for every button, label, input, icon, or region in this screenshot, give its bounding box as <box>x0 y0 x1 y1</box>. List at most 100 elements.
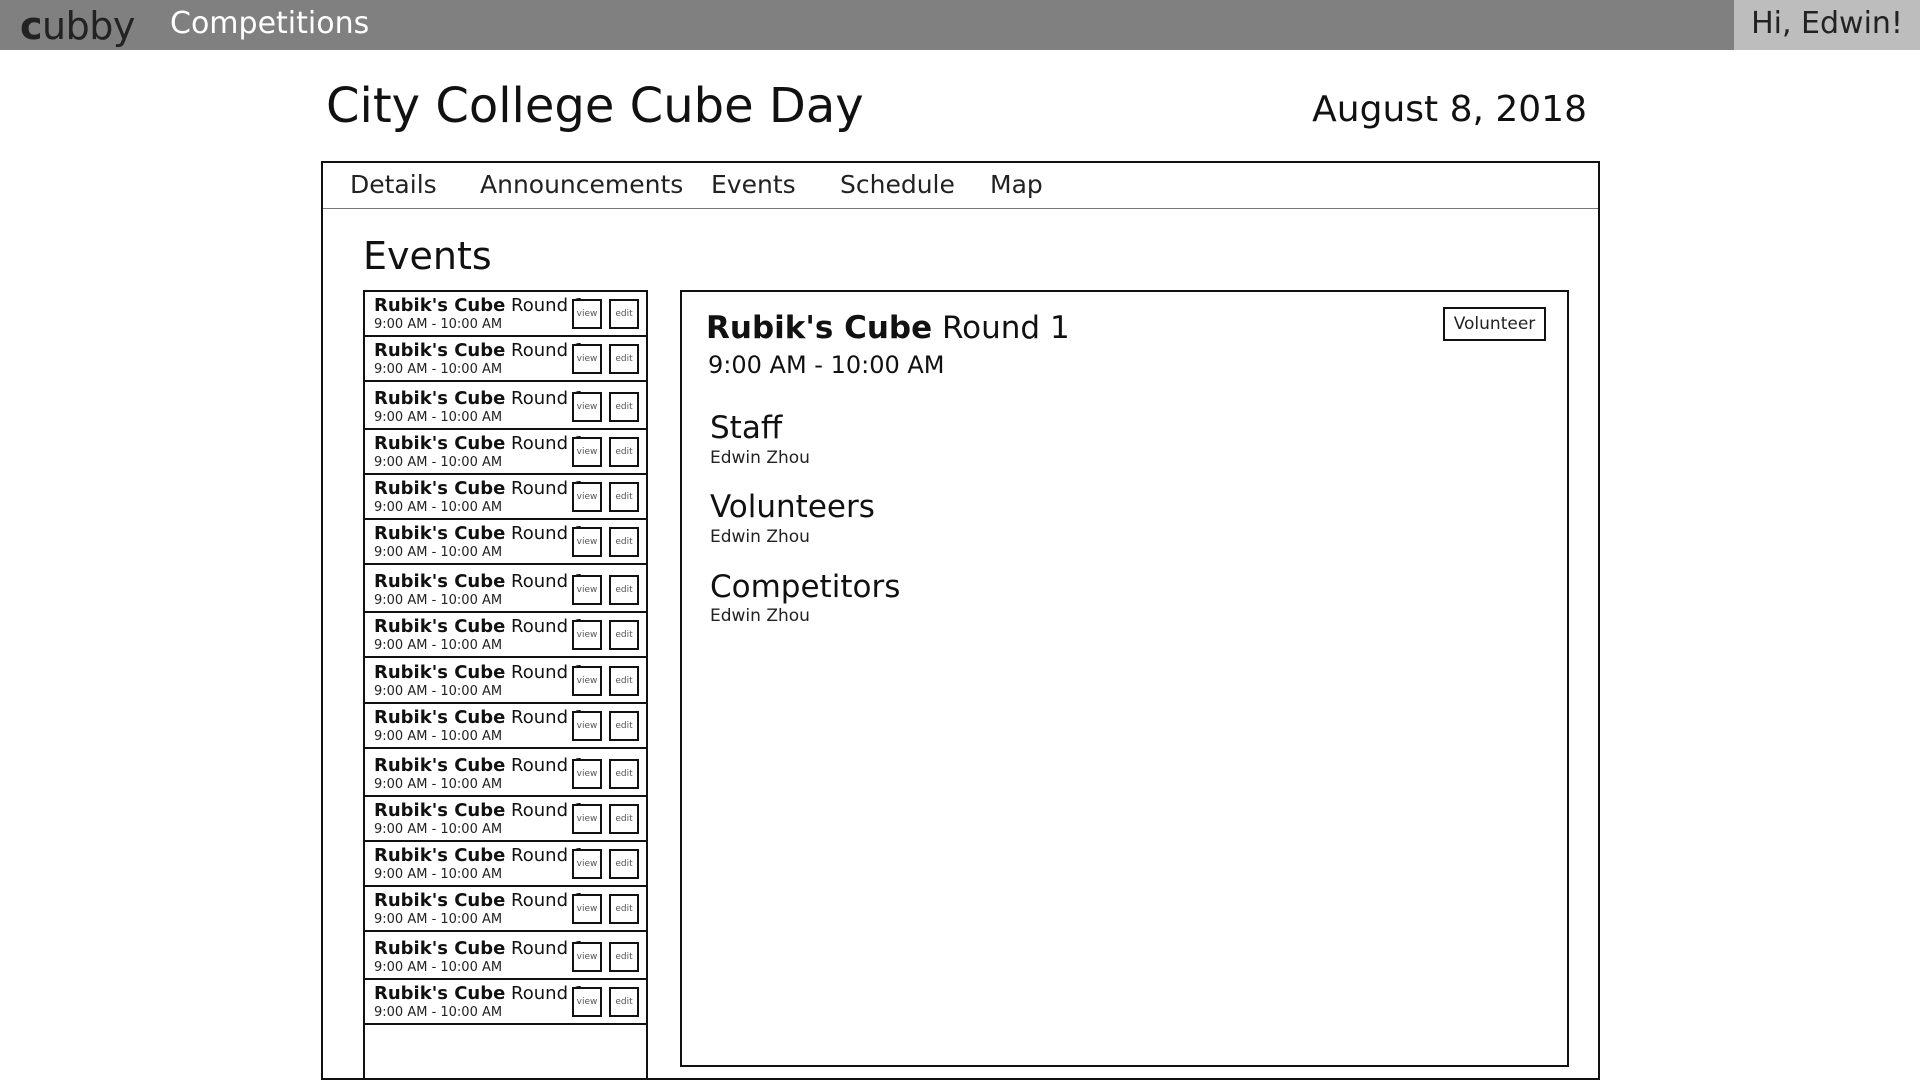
nav-competitions-link[interactable]: Competitions <box>170 6 369 42</box>
view-button[interactable]: view <box>572 620 602 650</box>
event-list-item[interactable]: Rubik's Cube Round 1 9:00 AM - 10:00 AM vi… <box>365 980 646 1025</box>
edit-button[interactable]: edit <box>609 804 639 834</box>
event-item-time: 9:00 AM - 10:00 AM <box>374 638 503 653</box>
tab-announcements[interactable]: Announcements <box>480 169 683 201</box>
event-item-title: Rubik's Cube Round 1 <box>374 434 585 454</box>
tab-schedule[interactable]: Schedule <box>840 169 955 201</box>
tab-events[interactable]: Events <box>711 169 796 201</box>
edit-button[interactable]: edit <box>609 344 639 374</box>
event-item-time: 9:00 AM - 10:00 AM <box>374 1005 503 1020</box>
event-item-time: 9:00 AM - 10:00 AM <box>374 362 503 377</box>
event-item-time: 9:00 AM - 10:00 AM <box>374 593 503 608</box>
event-item-name: Rubik's Cube <box>374 433 506 454</box>
event-item-time: 9:00 AM - 10:00 AM <box>374 867 503 882</box>
event-list-item[interactable]: Rubik's Cube Round 1 9:00 AM - 10:00 AM vi… <box>365 659 646 704</box>
view-button[interactable]: view <box>572 711 602 741</box>
event-item-name: Rubik's Cube <box>374 983 506 1004</box>
view-button[interactable]: view <box>572 849 602 879</box>
edit-button[interactable]: edit <box>609 894 639 924</box>
event-item-name: Rubik's Cube <box>374 478 506 499</box>
event-item-time: 9:00 AM - 10:00 AM <box>374 777 503 792</box>
event-item-time: 9:00 AM - 10:00 AM <box>374 822 503 837</box>
edit-button[interactable]: edit <box>609 392 639 422</box>
event-list-item[interactable]: Rubik's Cube Round 1 9:00 AM - 10:00 AM vi… <box>365 797 646 842</box>
edit-button[interactable]: edit <box>609 849 639 879</box>
event-item-title: Rubik's Cube Round 1 <box>374 801 585 821</box>
event-list-item[interactable]: Rubik's Cube Round 1 9:00 AM - 10:00 AM vi… <box>365 935 646 980</box>
edit-button[interactable]: edit <box>609 711 639 741</box>
event-item-title: Rubik's Cube Round 1 <box>374 846 585 866</box>
event-item-time: 9:00 AM - 10:00 AM <box>374 317 503 332</box>
edit-button[interactable]: edit <box>609 482 639 512</box>
user-greeting-menu[interactable]: Hi, Edwin! <box>1734 0 1920 50</box>
event-list[interactable]: Rubik's Cube Round 1 9:00 AM - 10:00 AM vi… <box>363 290 648 1080</box>
event-item-title: Rubik's Cube Round 1 <box>374 341 585 361</box>
event-item-name: Rubik's Cube <box>374 707 506 728</box>
detail-event-time: 9:00 AM - 10:00 AM <box>708 351 945 379</box>
event-list-item[interactable]: Rubik's Cube Round 1 9:00 AM - 10:00 AM vi… <box>365 430 646 475</box>
cubby-logo[interactable]: cubby <box>20 4 135 48</box>
view-button[interactable]: view <box>572 666 602 696</box>
event-item-title: Rubik's Cube Round 1 <box>374 984 585 1004</box>
event-item-title: Rubik's Cube Round 1 <box>374 617 585 637</box>
view-button[interactable]: view <box>572 987 602 1017</box>
edit-button[interactable]: edit <box>609 942 639 972</box>
event-list-item[interactable]: Rubik's Cube Round 1 9:00 AM - 10:00 AM vi… <box>365 704 646 749</box>
tab-map[interactable]: Map <box>990 169 1043 201</box>
competition-date: August 8, 2018 <box>1312 89 1587 130</box>
event-item-title: Rubik's Cube Round 1 <box>374 756 585 776</box>
volunteers-member: Edwin Zhou <box>710 527 810 547</box>
event-item-title: Rubik's Cube Round 1 <box>374 572 585 592</box>
event-list-item[interactable]: Rubik's Cube Round 1 9:00 AM - 10:00 AM vi… <box>365 337 646 382</box>
event-item-name: Rubik's Cube <box>374 662 506 683</box>
edit-button[interactable]: edit <box>609 987 639 1017</box>
event-item-name: Rubik's Cube <box>374 571 506 592</box>
view-button[interactable]: view <box>572 804 602 834</box>
view-button[interactable]: view <box>572 482 602 512</box>
view-button[interactable]: view <box>572 527 602 557</box>
event-item-time: 9:00 AM - 10:00 AM <box>374 684 503 699</box>
event-item-time: 9:00 AM - 10:00 AM <box>374 960 503 975</box>
event-list-item[interactable]: Rubik's Cube Round 1 9:00 AM - 10:00 AM vi… <box>365 475 646 520</box>
edit-button[interactable]: edit <box>609 666 639 696</box>
event-item-name: Rubik's Cube <box>374 938 506 959</box>
edit-button[interactable]: edit <box>609 575 639 605</box>
volunteers-heading: Volunteers <box>710 489 875 525</box>
event-list-item[interactable]: Rubik's Cube Round 1 9:00 AM - 10:00 AM vi… <box>365 385 646 430</box>
event-list-item[interactable]: Rubik's Cube Round 1 9:00 AM - 10:00 AM vi… <box>365 520 646 565</box>
event-list-item[interactable]: Rubik's Cube Round 1 9:00 AM - 10:00 AM vi… <box>365 842 646 887</box>
logo-letter-c: c <box>20 4 43 48</box>
event-item-name: Rubik's Cube <box>374 388 506 409</box>
event-list-item[interactable]: Rubik's Cube Round 1 9:00 AM - 10:00 AM vi… <box>365 887 646 932</box>
event-list-item[interactable]: Rubik's Cube Round 1 9:00 AM - 10:00 AM vi… <box>365 752 646 797</box>
staff-heading: Staff <box>710 410 783 446</box>
view-button[interactable]: view <box>572 759 602 789</box>
view-button[interactable]: view <box>572 392 602 422</box>
event-list-item[interactable]: Rubik's Cube Round 1 9:00 AM - 10:00 AM vi… <box>365 292 646 337</box>
event-list-item[interactable]: Rubik's Cube Round 1 9:00 AM - 10:00 AM vi… <box>365 613 646 658</box>
event-item-title: Rubik's Cube Round 1 <box>374 891 585 911</box>
page-title: City College Cube Day <box>326 78 864 134</box>
edit-button[interactable]: edit <box>609 299 639 329</box>
top-navigation-bar: cubby Competitions Hi, Edwin! <box>0 0 1920 50</box>
view-button[interactable]: view <box>572 299 602 329</box>
view-button[interactable]: view <box>572 575 602 605</box>
volunteer-button[interactable]: Volunteer <box>1443 307 1546 341</box>
tab-details[interactable]: Details <box>350 169 437 201</box>
event-item-title: Rubik's Cube Round 1 <box>374 524 585 544</box>
event-item-time: 9:00 AM - 10:00 AM <box>374 410 503 425</box>
event-item-name: Rubik's Cube <box>374 755 506 776</box>
event-item-time: 9:00 AM - 10:00 AM <box>374 545 503 560</box>
view-button[interactable]: view <box>572 344 602 374</box>
competition-panel: Details Announcements Events Schedule Ma… <box>321 161 1600 1080</box>
edit-button[interactable]: edit <box>609 759 639 789</box>
event-list-item[interactable]: Rubik's Cube Round 1 9:00 AM - 10:00 AM vi… <box>365 568 646 613</box>
view-button[interactable]: view <box>572 942 602 972</box>
tab-bar: Details Announcements Events Schedule Ma… <box>323 163 1598 209</box>
edit-button[interactable]: edit <box>609 437 639 467</box>
view-button[interactable]: view <box>572 894 602 924</box>
edit-button[interactable]: edit <box>609 620 639 650</box>
view-button[interactable]: view <box>572 437 602 467</box>
event-item-time: 9:00 AM - 10:00 AM <box>374 455 503 470</box>
edit-button[interactable]: edit <box>609 527 639 557</box>
